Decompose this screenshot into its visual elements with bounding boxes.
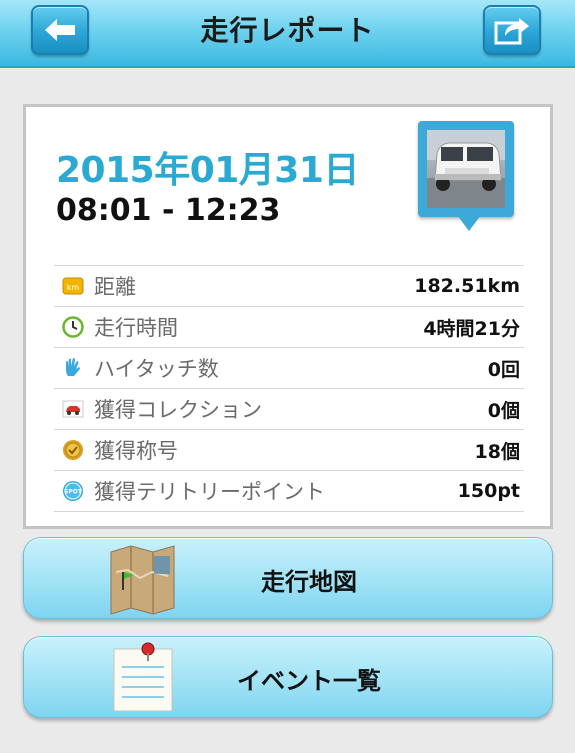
medal-icon [62, 439, 84, 461]
stat-row-titles: 獲得称号 18個 [54, 430, 524, 471]
stat-value: 150pt [457, 480, 520, 502]
svg-text:SPOT: SPOT [64, 489, 83, 496]
stats-list: km 距離 182.51km 走行時間 4時間21分 ハイタッチ数 0回 獲得コ… [54, 265, 524, 512]
stat-value: 182.51km [414, 275, 520, 297]
header-bar: 走行レポート [0, 0, 575, 68]
drive-map-button[interactable]: 走行地図 [23, 537, 553, 619]
stat-row-hightouch: ハイタッチ数 0回 [54, 348, 524, 389]
share-button[interactable] [483, 5, 541, 55]
car-icon [62, 398, 84, 420]
thumbnail-pointer [457, 215, 481, 231]
share-icon [494, 18, 529, 45]
stat-row-territory-points: SPOT 獲得テリトリーポイント 150pt [54, 471, 524, 512]
stat-row-collection: 獲得コレクション 0個 [54, 389, 524, 430]
stat-label: 獲得称号 [94, 439, 178, 463]
stat-row-distance: km 距離 182.51km [54, 266, 524, 307]
report-time-range: 08:01 - 12:23 [56, 193, 281, 228]
stat-label: 獲得コレクション [94, 398, 262, 422]
hand-icon [62, 357, 84, 379]
arrow-left-icon [45, 19, 75, 41]
stat-value: 0回 [487, 358, 520, 381]
stat-label: 走行時間 [94, 316, 178, 340]
event-list-button[interactable]: イベント一覧 [23, 636, 553, 718]
report-date: 2015年01月31日 [56, 150, 359, 191]
event-list-label: イベント一覧 [237, 666, 381, 695]
stat-row-drive-time: 走行時間 4時間21分 [54, 307, 524, 348]
stat-value: 4時間21分 [423, 317, 520, 340]
car-photo [427, 130, 505, 208]
stat-value: 0個 [487, 399, 520, 422]
drive-map-label: 走行地図 [261, 567, 357, 596]
car-thumbnail[interactable] [418, 121, 514, 217]
stat-label: ハイタッチ数 [94, 357, 219, 381]
stat-label: 距離 [94, 275, 136, 299]
stat-label: 獲得テリトリーポイント [94, 480, 325, 504]
stat-value: 18個 [474, 440, 520, 463]
back-button[interactable] [31, 5, 89, 55]
km-icon: km [62, 275, 84, 297]
svg-text:km: km [67, 283, 80, 292]
clock-icon [62, 316, 84, 338]
report-card: 2015年01月31日 08:01 - 12:23 km 距離 182.51km… [23, 104, 553, 529]
spot-icon: SPOT [62, 480, 84, 502]
